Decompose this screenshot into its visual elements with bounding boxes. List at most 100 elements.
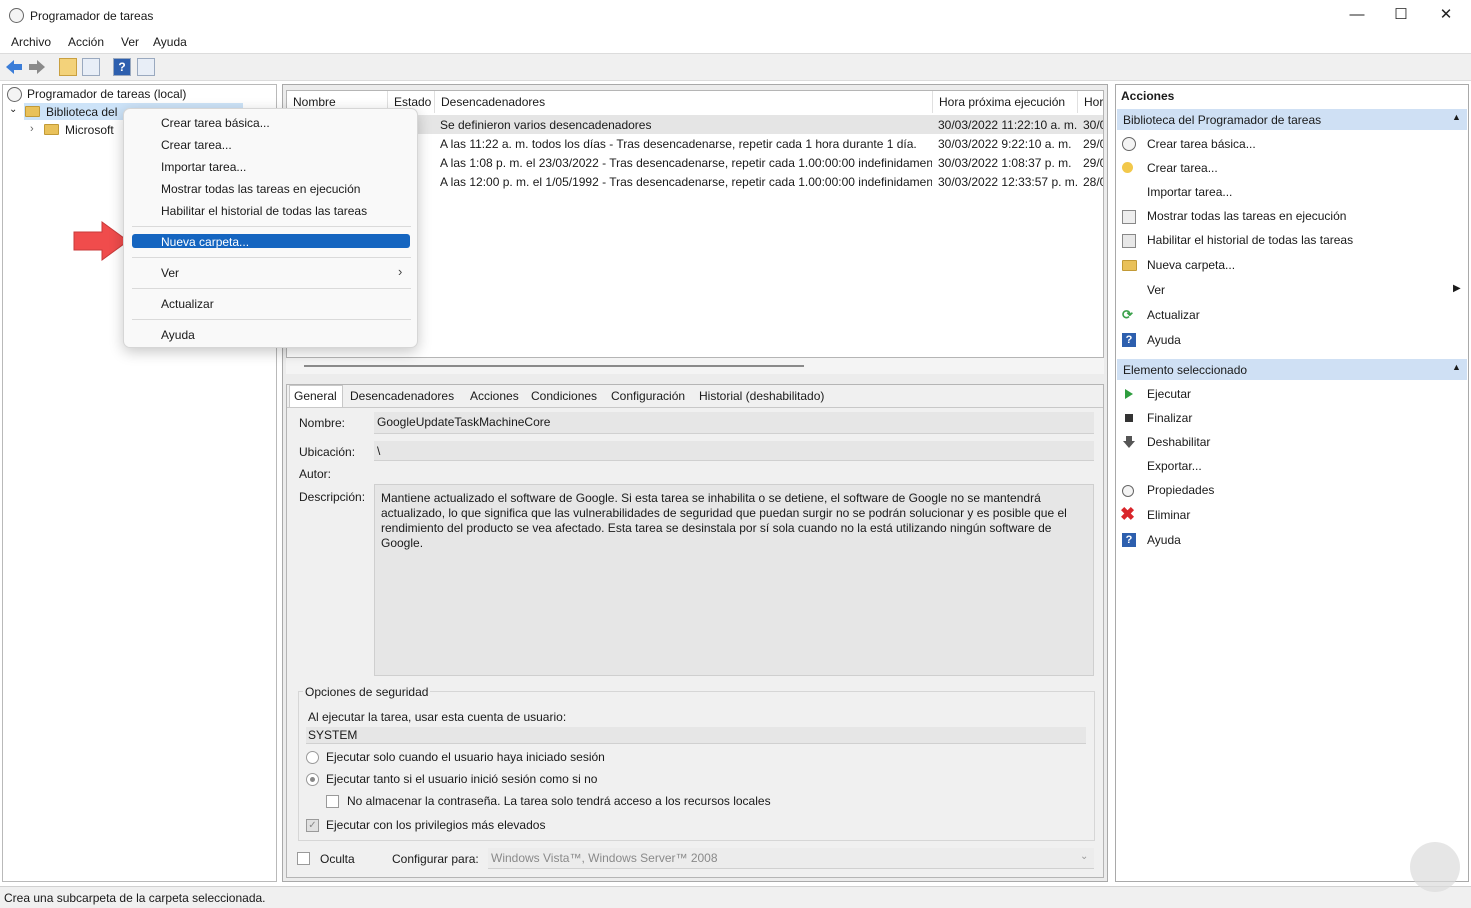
check-privileges-label: Ejecutar con los privilegios más elevado… <box>326 818 546 832</box>
name-field[interactable]: GoogleUpdateTaskMachineCore <box>374 412 1094 434</box>
scrollbar-thumb[interactable] <box>304 365 804 367</box>
check-hidden-label: Oculta <box>320 852 355 866</box>
back-arrow-icon[interactable] <box>5 59 23 75</box>
account-label: Al ejecutar la tarea, usar esta cuenta d… <box>308 710 567 724</box>
close-button[interactable]: ✕ <box>1423 0 1469 32</box>
col-desencadenadores[interactable]: Desencadenadores <box>435 91 933 113</box>
tree-root[interactable]: Programador de tareas (local) <box>27 87 186 101</box>
disable-arrow-icon <box>1123 436 1135 448</box>
collapse-chevron-icon[interactable]: ⌄ <box>9 104 17 115</box>
ctx-ayuda[interactable]: Ayuda <box>161 328 195 342</box>
configure-select[interactable]: Windows Vista™, Windows Server™ 2008 <box>488 848 1094 869</box>
title-bar: Programador de tareas — ☐ ✕ <box>0 0 1471 32</box>
submenu-chevron-icon: › <box>398 264 403 279</box>
radio-logged-on-label: Ejecutar solo cuando el usuario haya ini… <box>326 750 605 764</box>
account-field[interactable]: SYSTEM <box>306 727 1086 744</box>
action-exportar[interactable]: Exportar... <box>1147 459 1202 473</box>
refresh-icon: ⟳ <box>1122 307 1133 322</box>
properties-icon <box>1122 485 1134 497</box>
action-mostrar[interactable]: Mostrar todas las tareas en ejecución <box>1147 209 1346 223</box>
action-ejecutar[interactable]: Ejecutar <box>1147 387 1191 401</box>
running-tasks-icon <box>1122 210 1136 224</box>
tab-configuracion[interactable]: Configuración <box>607 386 689 408</box>
tab-divider <box>287 407 1103 408</box>
chevron-down-icon[interactable]: ⌄ <box>1080 851 1088 862</box>
show-action-pane-icon[interactable] <box>137 58 155 76</box>
delete-x-icon: ✖ <box>1120 504 1136 524</box>
location-field[interactable]: \ <box>374 441 1094 461</box>
tab-acciones[interactable]: Acciones <box>466 386 523 408</box>
col-hora-proxima[interactable]: Hora próxima ejecución <box>933 91 1078 113</box>
row-trigger: A las 11:22 a. m. todos los días - Tras … <box>440 137 917 151</box>
section-selected[interactable]: Elemento seleccionado <box>1117 359 1467 380</box>
check-hidden[interactable] <box>297 852 310 865</box>
action-ayuda-selected[interactable]: Ayuda <box>1147 533 1181 547</box>
action-deshabilitar[interactable]: Deshabilitar <box>1147 435 1210 449</box>
folder-up-icon[interactable] <box>59 58 77 76</box>
expand-chevron-icon[interactable]: › <box>30 123 34 135</box>
ctx-nueva-carpeta[interactable]: Nueva carpeta... <box>161 235 249 249</box>
status-text: Crea una subcarpeta de la carpeta selecc… <box>4 891 266 905</box>
action-finalizar[interactable]: Finalizar <box>1147 411 1192 425</box>
action-crear-basica[interactable]: Crear tarea básica... <box>1147 137 1256 151</box>
help-icon[interactable]: ? <box>113 58 131 76</box>
menu-archivo[interactable]: Archivo <box>11 35 51 49</box>
horizontal-scrollbar[interactable] <box>286 358 1104 374</box>
ctx-historial[interactable]: Habilitar el historial de todas las tare… <box>161 204 367 218</box>
show-hide-tree-icon[interactable] <box>82 58 100 76</box>
menu-separator <box>132 288 411 289</box>
row-next: 30/03/2022 11:22:10 a. m. <box>938 118 1078 132</box>
description-label: Descripción: <box>299 490 366 504</box>
radio-logged-on[interactable] <box>306 751 319 764</box>
minimize-button[interactable]: — <box>1334 0 1380 32</box>
check-no-password[interactable] <box>326 795 339 808</box>
collapse-up-icon[interactable]: ▲ <box>1452 362 1461 372</box>
menu-accion[interactable]: Acción <box>68 35 104 49</box>
col-hora-ultima[interactable]: Hor <box>1078 91 1103 113</box>
run-icon <box>1125 389 1133 399</box>
menu-ver[interactable]: Ver <box>121 35 139 49</box>
check-privileges[interactable]: ✓ <box>306 819 319 832</box>
collapse-up-icon[interactable]: ▲ <box>1452 112 1461 122</box>
window-title: Programador de tareas <box>30 9 154 23</box>
maximize-button[interactable]: ☐ <box>1378 0 1424 32</box>
ctx-crear-tarea[interactable]: Crear tarea... <box>161 138 232 152</box>
name-label: Nombre: <box>299 416 346 430</box>
section-library[interactable]: Biblioteca del Programador de tareas <box>1117 109 1467 130</box>
tab-condiciones[interactable]: Condiciones <box>527 386 601 408</box>
tab-general[interactable]: General <box>290 386 341 408</box>
help-icon: ? <box>1122 533 1136 547</box>
row-next: 30/03/2022 12:33:57 p. m. <box>938 175 1079 189</box>
action-ver[interactable]: Ver <box>1147 283 1165 297</box>
row-trigger: A las 12:00 p. m. el 1/05/1992 - Tras de… <box>440 175 932 189</box>
history-icon <box>1122 234 1136 248</box>
action-actualizar[interactable]: Actualizar <box>1147 308 1200 322</box>
action-crear-tarea[interactable]: Crear tarea... <box>1147 161 1218 175</box>
forward-arrow-icon[interactable] <box>28 59 46 75</box>
tree-item-library[interactable]: Biblioteca del Programador de tareas <box>46 105 121 119</box>
description-field[interactable]: Mantiene actualizado el software de Goog… <box>374 484 1094 676</box>
radio-always-label: Ejecutar tanto si el usuario inició sesi… <box>326 772 598 786</box>
action-propiedades[interactable]: Propiedades <box>1147 483 1214 497</box>
ctx-ver[interactable]: Ver <box>161 266 179 280</box>
action-importar[interactable]: Importar tarea... <box>1147 185 1232 199</box>
ctx-importar[interactable]: Importar tarea... <box>161 160 246 174</box>
ctx-mostrar[interactable]: Mostrar todas las tareas en ejecución <box>161 182 360 196</box>
action-eliminar[interactable]: Eliminar <box>1147 508 1190 522</box>
radio-always[interactable] <box>306 773 319 786</box>
ctx-actualizar[interactable]: Actualizar <box>161 297 214 311</box>
action-ayuda[interactable]: Ayuda <box>1147 333 1181 347</box>
tab-historial[interactable]: Historial (deshabilitado) <box>695 386 828 408</box>
action-historial[interactable]: Habilitar el historial de todas las tare… <box>1147 233 1353 247</box>
check-no-password-label: No almacenar la contraseña. La tarea sol… <box>347 794 771 808</box>
status-bar: Crea una subcarpeta de la carpeta selecc… <box>0 886 1471 908</box>
create-task-icon <box>1122 162 1133 173</box>
menu-separator <box>132 319 411 320</box>
menu-ayuda[interactable]: Ayuda <box>153 35 187 49</box>
tab-desencadenadores[interactable]: Desencadenadores <box>346 386 458 408</box>
action-nueva-carpeta[interactable]: Nueva carpeta... <box>1147 258 1235 272</box>
tree-item-microsoft[interactable]: Microsoft <box>65 123 114 137</box>
row-last: 29/0 <box>1083 156 1103 170</box>
new-folder-icon <box>1122 260 1137 271</box>
ctx-crear-basica[interactable]: Crear tarea básica... <box>161 116 270 130</box>
